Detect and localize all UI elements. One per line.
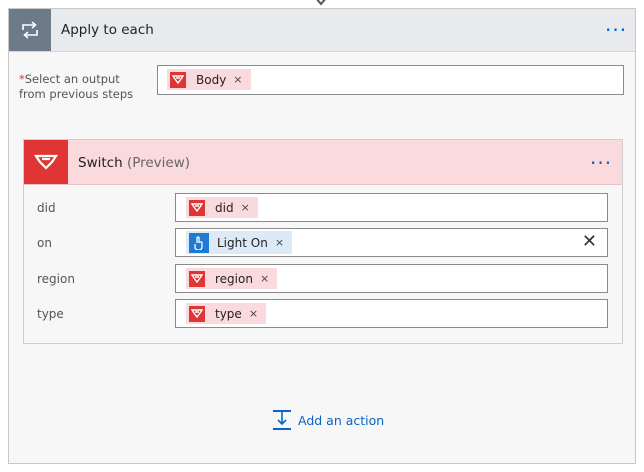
type-token-label: type <box>215 306 242 321</box>
apply-to-each-title: Apply to each <box>61 22 154 38</box>
more-options-button[interactable]: ··· <box>605 20 627 40</box>
more-options-button[interactable]: ··· <box>590 153 612 173</box>
body-token-label: Body <box>196 72 227 87</box>
yeelight-logo-icon <box>189 199 205 216</box>
add-an-action-label: Add an action <box>298 412 385 428</box>
light-on-token-label: Light On <box>217 235 268 250</box>
did-token-label: did <box>215 200 234 215</box>
region-token-label: region <box>215 271 253 286</box>
switch-title-text: Switch <box>78 155 123 171</box>
did-label: did <box>37 201 56 215</box>
remove-token-icon[interactable]: × <box>275 236 284 249</box>
on-field[interactable]: Light On × ✕ <box>175 228 608 257</box>
remove-token-icon[interactable]: × <box>241 201 250 214</box>
light-on-token[interactable]: Light On × <box>186 231 293 254</box>
switch-title: Switch (Preview) <box>78 155 190 171</box>
remove-token-icon[interactable]: × <box>249 307 258 320</box>
switch-card: Switch (Preview) ··· did did × on Light … <box>23 139 623 344</box>
apply-to-each-header[interactable]: Apply to each ··· <box>9 9 635 52</box>
region-field[interactable]: region × <box>175 264 608 293</box>
yeelight-logo-icon <box>189 270 205 287</box>
type-field[interactable]: type × <box>175 299 608 328</box>
switch-subtitle: (Preview) <box>126 155 191 171</box>
region-label: region <box>37 272 75 286</box>
select-output-field[interactable]: Body × <box>157 65 624 95</box>
clear-field-icon[interactable]: ✕ <box>582 233 597 251</box>
connector-arrow-icon <box>316 0 326 6</box>
add-an-action-button[interactable]: Add an action <box>272 409 384 431</box>
type-token[interactable]: type × <box>186 303 267 324</box>
remove-token-icon[interactable]: × <box>233 73 242 86</box>
body-token[interactable]: Body × <box>167 69 251 90</box>
did-token[interactable]: did × <box>186 197 258 218</box>
apply-to-each-card: Apply to each ··· *Select an output from… <box>8 8 636 464</box>
on-label: on <box>37 236 52 250</box>
type-label: type <box>37 307 64 321</box>
remove-token-icon[interactable]: × <box>260 272 269 285</box>
touch-hand-icon <box>189 232 209 253</box>
select-output-label: *Select an output from previous steps <box>19 72 147 102</box>
add-action-icon <box>273 410 291 430</box>
yeelight-logo-icon <box>189 305 205 322</box>
did-field[interactable]: did × <box>175 193 608 222</box>
yeelight-logo-icon <box>24 140 68 184</box>
select-output-label-text: Select an output from previous steps <box>19 72 134 101</box>
switch-header[interactable]: Switch (Preview) ··· <box>24 140 622 185</box>
yeelight-logo-icon <box>170 71 186 88</box>
loop-icon <box>9 9 51 51</box>
region-token[interactable]: region × <box>186 268 278 289</box>
